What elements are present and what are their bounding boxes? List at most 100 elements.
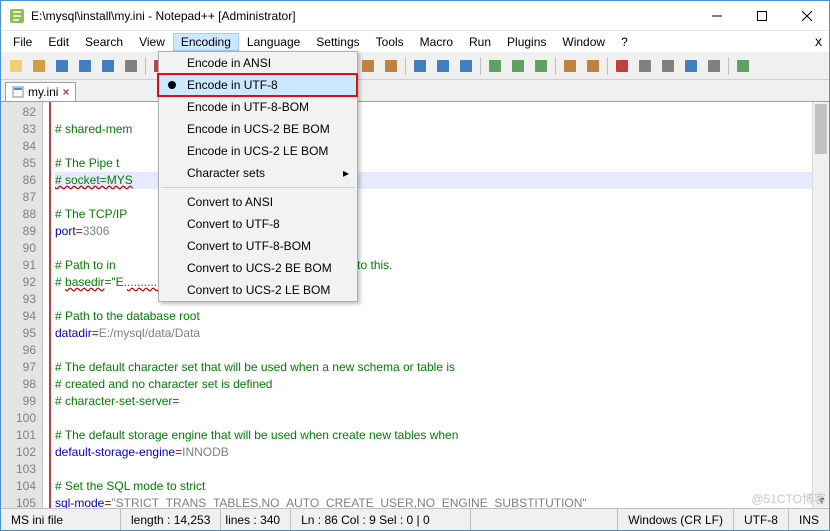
menu-item-convert-to-utf-8-bom[interactable]: Convert to UTF-8-BOM (159, 235, 357, 257)
tab-close-icon[interactable]: × (62, 85, 69, 99)
toolbar-button-27[interactable] (507, 55, 529, 77)
toolbar-separator (555, 57, 556, 75)
file-tab[interactable]: my.ini × (5, 82, 76, 101)
line-number: 84 (1, 138, 36, 155)
scrollbar-thumb[interactable] (815, 104, 827, 154)
menu-item-encode-in-ucs-2-le-bom[interactable]: Encode in UCS-2 LE BOM (159, 140, 357, 162)
toolbar-button-5[interactable] (120, 55, 142, 77)
menu-item-convert-to-ucs-2-le-bom[interactable]: Convert to UCS-2 LE BOM (159, 279, 357, 301)
maximize-button[interactable] (739, 1, 784, 30)
code-line[interactable]: datadir=E:/mysql/data/Data (55, 325, 829, 342)
line-number: 104 (1, 478, 36, 495)
statusbar: MS ini file length : 14,253 lines : 340 … (1, 508, 829, 530)
toolbar-button-3[interactable] (74, 55, 96, 77)
line-gutter: 8283848586878889909192939495969798991001… (1, 102, 43, 508)
toolbar-button-20[interactable] (380, 55, 402, 77)
toolbar-button-30[interactable] (559, 55, 581, 77)
menu-item-encode-in-ucs-2-be-bom[interactable]: Encode in UCS-2 BE BOM (159, 118, 357, 140)
line-number: 94 (1, 308, 36, 325)
code-line[interactable]: sql-mode="STRICT_TRANS_TABLES,NO_AUTO_CR… (55, 495, 829, 508)
status-filetype: MS ini file (1, 509, 121, 530)
menu-tools[interactable]: Tools (368, 33, 412, 51)
toolbar-button-23[interactable] (432, 55, 454, 77)
menu-item-label: Convert to UTF-8 (187, 217, 280, 231)
toolbar-button-36[interactable] (680, 55, 702, 77)
line-number: 95 (1, 325, 36, 342)
status-eol[interactable]: Windows (CR LF) (618, 509, 734, 530)
toolbar-button-34[interactable] (634, 55, 656, 77)
toolbar-button-26[interactable] (484, 55, 506, 77)
menu-item-label: Convert to UCS-2 BE BOM (187, 261, 332, 275)
menu-item-label: Character sets (187, 166, 265, 180)
menu-view[interactable]: View (131, 33, 173, 51)
toolbar-button-37[interactable] (703, 55, 725, 77)
toolbar-icon (77, 58, 93, 74)
menu-item-encode-in-utf-8-bom[interactable]: Encode in UTF-8-BOM (159, 96, 357, 118)
vertical-scrollbar[interactable]: ▴ ▾ (812, 102, 829, 508)
line-number: 102 (1, 444, 36, 461)
toolbar-icon (637, 58, 653, 74)
menu-plugins[interactable]: Plugins (499, 33, 554, 51)
status-position: Ln : 86 Col : 9 Sel : 0 | 0 (291, 509, 471, 530)
toolbar-button-22[interactable] (409, 55, 431, 77)
menu-item-convert-to-utf-8[interactable]: Convert to UTF-8 (159, 213, 357, 235)
toolbar-icon (706, 58, 722, 74)
menu-language[interactable]: Language (239, 33, 308, 51)
menu-search[interactable]: Search (77, 33, 131, 51)
menu-[interactable]: ? (613, 33, 636, 51)
line-number: 82 (1, 104, 36, 121)
minimize-button[interactable] (694, 1, 739, 30)
editor-area[interactable]: 8283848586878889909192939495969798991001… (1, 102, 829, 508)
menu-file[interactable]: File (5, 33, 40, 51)
code-line[interactable] (55, 461, 829, 478)
menu-run[interactable]: Run (461, 33, 499, 51)
toolbar-button-24[interactable] (455, 55, 477, 77)
menu-item-encode-in-ansi[interactable]: Encode in ANSI (159, 52, 357, 74)
status-insert-mode[interactable]: INS (789, 509, 829, 530)
code-line[interactable]: # Set the SQL mode to strict (55, 478, 829, 495)
toolbar-button-28[interactable] (530, 55, 552, 77)
menu-item-label: Encode in UTF-8-BOM (187, 100, 309, 114)
menu-settings[interactable]: Settings (308, 33, 367, 51)
toolbar-button-33[interactable] (611, 55, 633, 77)
status-encoding[interactable]: UTF-8 (734, 509, 789, 530)
menu-item-convert-to-ansi[interactable]: Convert to ANSI (159, 191, 357, 213)
toolbar-icon (123, 58, 139, 74)
toolbar-button-39[interactable] (732, 55, 754, 77)
menu-window[interactable]: Window (554, 33, 613, 51)
code-line[interactable] (55, 342, 829, 359)
status-lines: lines : 340 (221, 509, 291, 530)
menu-macro[interactable]: Macro (412, 33, 461, 51)
toolbar-button-1[interactable] (28, 55, 50, 77)
tab-label: my.ini (28, 85, 58, 99)
toolbar-separator (607, 57, 608, 75)
toolbar-button-35[interactable] (657, 55, 679, 77)
code-line[interactable]: # created and no character set is define… (55, 376, 829, 393)
close-button[interactable] (784, 1, 829, 30)
code-line[interactable]: # The default character set that will be… (55, 359, 829, 376)
code-line[interactable]: # Path to the database root (55, 308, 829, 325)
line-number: 97 (1, 359, 36, 376)
toolbar-button-19[interactable] (357, 55, 379, 77)
menu-item-convert-to-ucs-2-be-bom[interactable]: Convert to UCS-2 BE BOM (159, 257, 357, 279)
toolbar-button-0[interactable] (5, 55, 27, 77)
toolbar-icon (660, 58, 676, 74)
toolbar-separator (405, 57, 406, 75)
menu-edit[interactable]: Edit (40, 33, 77, 51)
menu-encoding[interactable]: Encoding (173, 33, 239, 51)
code-line[interactable]: # The default storage engine that will b… (55, 427, 829, 444)
code-line[interactable]: # character-set-server= (55, 393, 829, 410)
titlebar[interactable]: E:\mysql\install\my.ini - Notepad++ [Adm… (1, 1, 829, 31)
code-line[interactable] (55, 410, 829, 427)
menubar-close-icon[interactable]: x (815, 33, 822, 49)
code-line[interactable]: default-storage-engine=INNODB (55, 444, 829, 461)
line-number: 103 (1, 461, 36, 478)
menu-item-encode-in-utf-8[interactable]: Encode in UTF-8 (159, 74, 357, 96)
toolbar-button-31[interactable] (582, 55, 604, 77)
toolbar-icon (435, 58, 451, 74)
toolbar-button-4[interactable] (97, 55, 119, 77)
menu-item-character-sets[interactable]: Character sets▸ (159, 162, 357, 184)
toolbar-icon (614, 58, 630, 74)
toolbar-button-2[interactable] (51, 55, 73, 77)
line-number: 92 (1, 274, 36, 291)
